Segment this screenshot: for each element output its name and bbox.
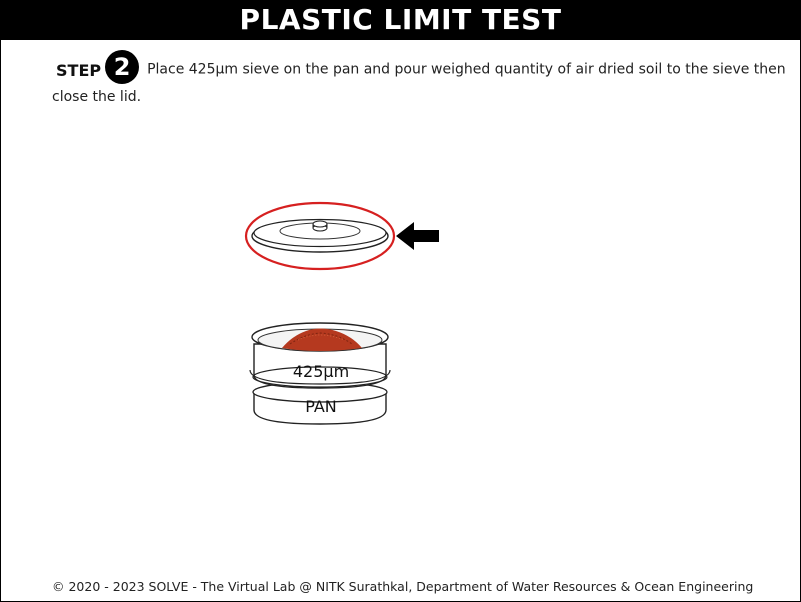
apparatus-illustration [244,201,439,425]
pan-label: PAN [305,397,337,416]
left-arrow-icon [396,222,439,250]
footer-copyright: © 2020 - 2023 SOLVE - The Virtual Lab @ … [52,579,754,594]
sieve-lid[interactable] [251,218,389,253]
sieve-label: 425µm [292,362,350,381]
